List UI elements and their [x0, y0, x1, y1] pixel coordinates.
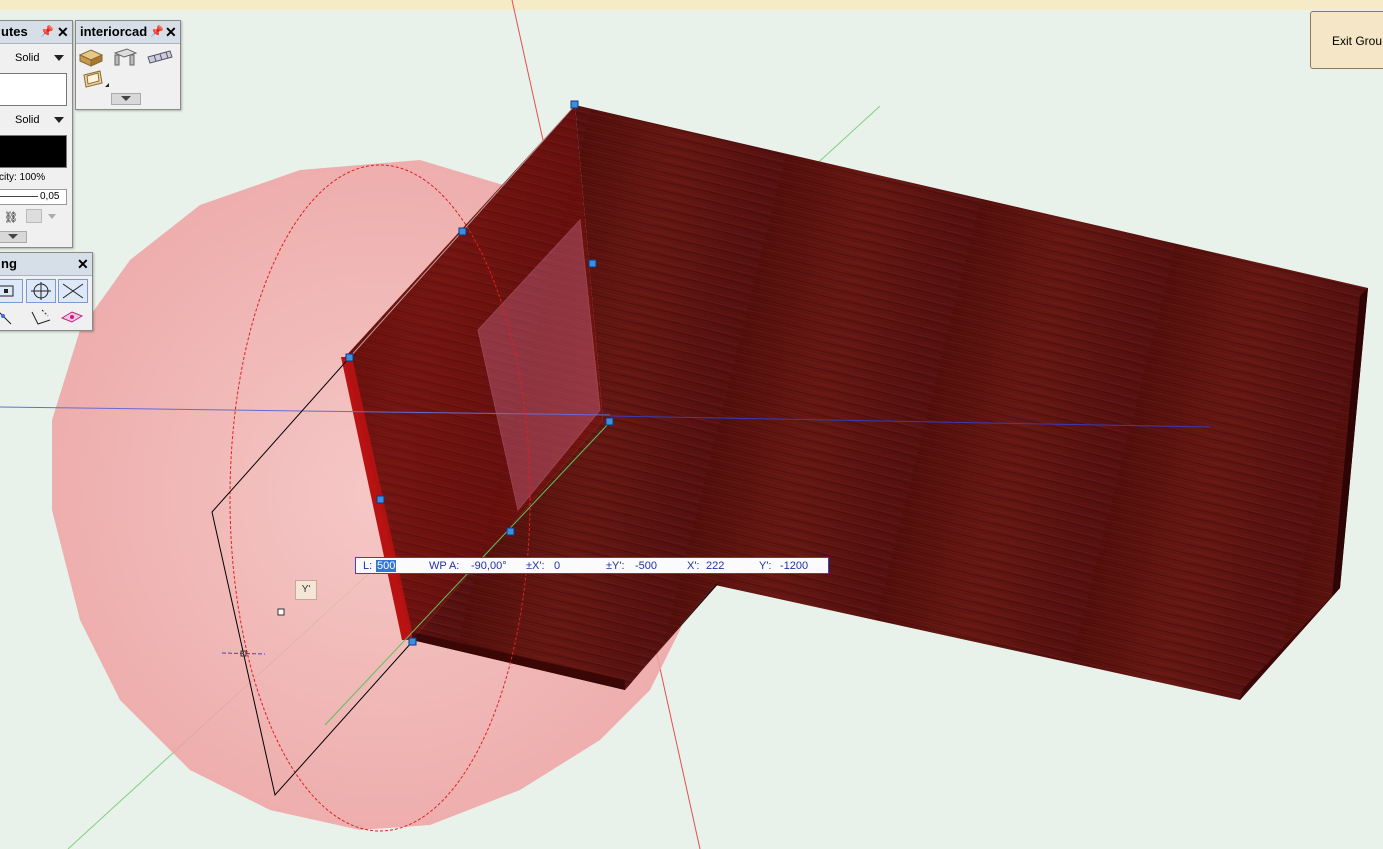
x-label: X': [687, 560, 700, 572]
fill-style-value: Solid [15, 52, 40, 64]
snap-intersection-button[interactable] [58, 279, 88, 303]
pen-style-dropdown[interactable]: Solid [0, 111, 69, 129]
attributes-expand-button[interactable] [0, 231, 27, 243]
handle-center[interactable] [605, 417, 614, 426]
exit-group-button[interactable]: Exit Grou [1310, 11, 1383, 69]
snap-center-button[interactable] [26, 279, 56, 303]
chevron-down-icon [54, 55, 64, 61]
handle-bottom-mid[interactable] [506, 527, 515, 536]
snapping-palette-title: ng [1, 256, 17, 271]
snap-box-button[interactable] [0, 279, 23, 303]
close-icon[interactable]: ✕ [57, 21, 69, 43]
wp-angle-label: WP A: [429, 560, 460, 572]
length-label: L: [363, 560, 373, 572]
handle-mid-top[interactable] [458, 227, 467, 236]
handle-left[interactable] [345, 353, 354, 362]
delta-x-label: ±X': [526, 560, 545, 572]
chevron-down-icon[interactable] [48, 214, 56, 219]
frame-panel-icon[interactable] [81, 69, 109, 91]
snap-angle-button[interactable] [26, 306, 54, 328]
pen-style-value: Solid [15, 114, 40, 126]
attributes-palette: utes 📌 ✕ Solid Solid city: 100% 0,05 ⛓ [0, 20, 73, 248]
pen-color-swatch[interactable] [0, 135, 67, 168]
chain-link-icon[interactable]: ⛓ [4, 211, 18, 224]
snap-plane-button[interactable] [58, 306, 86, 328]
handle-top[interactable] [570, 100, 579, 109]
interiorcad-palette: interiorcad 📌 ✕ [75, 20, 181, 110]
snap-center-icon [31, 282, 51, 300]
delta-y-label: ±Y': [606, 560, 625, 572]
3d-viewport[interactable] [0, 0, 1383, 849]
y-field[interactable]: -1200 [780, 560, 808, 572]
opacity-label[interactable]: city: 100% [0, 172, 45, 183]
close-icon[interactable]: ✕ [165, 21, 177, 43]
length-field[interactable]: 500 [376, 560, 397, 572]
cursor-axis-label: Y' [295, 580, 317, 600]
snapping-palette-titlebar[interactable]: ng ✕ [0, 253, 92, 276]
snap-tangent-icon [0, 312, 12, 325]
snapping-palette: ng ✕ [0, 252, 93, 331]
y-label: Y': [759, 560, 772, 572]
pin-icon[interactable]: 📌 [40, 21, 54, 43]
close-icon[interactable]: ✕ [77, 253, 89, 275]
interiorcad-expand-button[interactable] [111, 93, 141, 105]
delta-y-field[interactable]: -500 [635, 560, 657, 572]
line-weight-control[interactable]: 0,05 [0, 189, 67, 205]
linked-swatch[interactable] [26, 209, 42, 223]
snap-box-icon [0, 285, 14, 297]
delta-x-field[interactable]: 0 [554, 560, 560, 572]
handle-right-upper[interactable] [588, 259, 597, 268]
pin-icon[interactable]: 📌 [150, 21, 164, 43]
snap-tangent-button[interactable] [0, 306, 21, 328]
x-field[interactable]: 222 [706, 560, 724, 572]
sofa-frame-icon[interactable] [112, 47, 138, 67]
wp-angle-field[interactable]: -90,00° [471, 560, 507, 572]
interiorcad-palette-title: interiorcad [80, 24, 148, 39]
grid-panel-icon[interactable] [146, 47, 174, 67]
snap-angle-icon [31, 309, 51, 325]
box-icon[interactable] [78, 47, 104, 67]
chevron-down-icon [54, 117, 64, 123]
attributes-palette-title: utes [1, 24, 28, 39]
attributes-palette-titlebar[interactable]: utes 📌 ✕ [0, 21, 72, 44]
fill-color-swatch[interactable] [0, 73, 67, 106]
cursor-point [277, 608, 285, 616]
line-weight-slider[interactable] [0, 196, 38, 197]
handle-left-mid[interactable] [376, 495, 385, 504]
interiorcad-palette-titlebar[interactable]: interiorcad 📌 ✕ [76, 21, 180, 44]
snap-intersection-icon [62, 283, 84, 299]
fill-style-dropdown[interactable]: Solid [0, 49, 69, 67]
line-weight-value: 0,05 [40, 191, 60, 202]
handle-bottom[interactable] [408, 637, 417, 646]
snap-plane-icon [60, 311, 84, 323]
data-bar[interactable]: L: 500 WP A: -90,00° ±X': 0 ±Y': -500 X'… [355, 557, 829, 574]
